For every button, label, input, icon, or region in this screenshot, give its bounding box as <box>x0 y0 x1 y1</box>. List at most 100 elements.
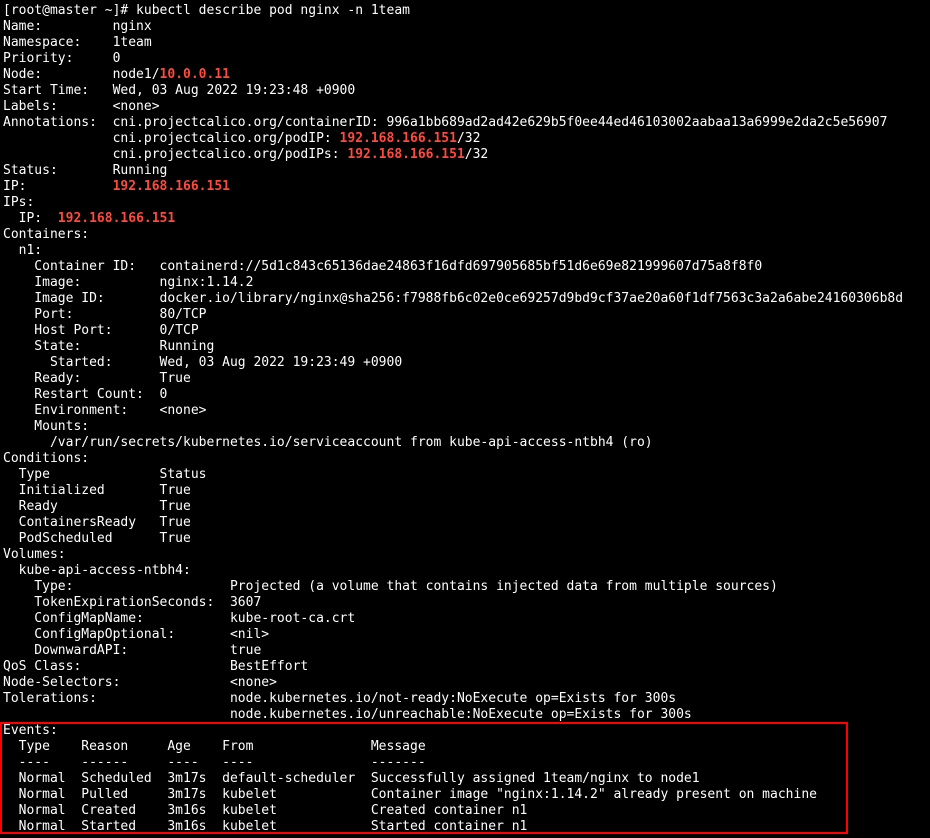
line-text: QoS Class: BestEffort <box>3 659 309 674</box>
line-text: Normal Started 3m16s kubelet Started con… <box>3 819 528 834</box>
terminal-line: Normal Created 3m16s kubelet Created con… <box>3 803 928 819</box>
line-text: IPs: <box>3 195 35 210</box>
line-text: Node: node1/ <box>3 67 160 82</box>
terminal-line: ConfigMapOptional: <nil> <box>3 627 928 643</box>
terminal-line: cni.projectcalico.org/podIP: 192.168.166… <box>3 131 928 147</box>
terminal-line: Image: nginx:1.14.2 <box>3 275 928 291</box>
terminal-line: Restart Count: 0 <box>3 387 928 403</box>
line-text: Restart Count: 0 <box>3 387 168 402</box>
line-text: Volumes: <box>3 547 66 562</box>
terminal-line: TokenExpirationSeconds: 3607 <box>3 595 928 611</box>
line-text: DownwardAPI: true <box>3 643 262 658</box>
line-text: TokenExpirationSeconds: 3607 <box>3 595 262 610</box>
terminal-line: DownwardAPI: true <box>3 643 928 659</box>
terminal-line: PodScheduled True <box>3 531 928 547</box>
line-text: Initialized True <box>3 483 191 498</box>
terminal-line: Image ID: docker.io/library/nginx@sha256… <box>3 291 928 307</box>
terminal-line: [root@master ~]# kubectl describe pod ng… <box>3 3 928 19</box>
terminal-line: Normal Scheduled 3m17s default-scheduler… <box>3 771 928 787</box>
line-text: node.kubernetes.io/unreachable:NoExecute… <box>3 707 692 722</box>
line-text: Type: Projected (a volume that contains … <box>3 579 778 594</box>
line-text: Normal Scheduled 3m17s default-scheduler… <box>3 771 700 786</box>
line-text: /32 <box>456 131 481 146</box>
terminal-line: Events: <box>3 723 928 739</box>
highlighted-value: 192.168.166.151 <box>347 147 465 162</box>
terminal-line: Environment: <none> <box>3 403 928 419</box>
terminal-line: Normal Started 3m16s kubelet Started con… <box>3 819 928 835</box>
line-text: Port: 80/TCP <box>3 307 207 322</box>
highlighted-value: 192.168.166.151 <box>57 211 176 226</box>
line-text: Type Status <box>3 467 207 482</box>
line-text: ConfigMapOptional: <nil> <box>3 627 270 642</box>
line-text: Priority: 0 <box>3 51 121 66</box>
line-text: State: Running <box>3 339 215 354</box>
terminal-line: ContainersReady True <box>3 515 928 531</box>
line-text: cni.projectcalico.org/podIPs: <box>3 147 348 162</box>
line-text: Node-Selectors: <none> <box>3 675 277 690</box>
line-text: PodScheduled True <box>3 531 191 546</box>
line-text: Started: Wed, 03 Aug 2022 19:23:49 +0900 <box>3 355 403 370</box>
terminal-line: Port: 80/TCP <box>3 307 928 323</box>
terminal-line: Tolerations: node.kubernetes.io/not-read… <box>3 691 928 707</box>
line-text: Events: <box>3 723 58 738</box>
terminal-line: Type Reason Age From Message <box>3 739 928 755</box>
line-text: /var/run/secrets/kubernetes.io/serviceac… <box>3 435 653 450</box>
terminal-line: Status: Running <box>3 163 928 179</box>
line-text: IP: <box>3 179 113 194</box>
line-text: kube-api-access-ntbh4: <box>3 563 191 578</box>
line-text: Labels: <none> <box>3 99 160 114</box>
terminal-line: /var/run/secrets/kubernetes.io/serviceac… <box>3 435 928 451</box>
terminal-line: State: Running <box>3 339 928 355</box>
line-text: Image: nginx:1.14.2 <box>3 275 254 290</box>
line-text: ConfigMapName: kube-root-ca.crt <box>3 611 356 626</box>
terminal-line: node.kubernetes.io/unreachable:NoExecute… <box>3 707 928 723</box>
line-text: Environment: <none> <box>3 403 207 418</box>
terminal-line: Mounts: <box>3 419 928 435</box>
highlighted-value: 192.168.166.151 <box>112 179 230 194</box>
terminal-line: Host Port: 0/TCP <box>3 323 928 339</box>
line-text: ContainersReady True <box>3 515 191 530</box>
terminal-line: Initialized True <box>3 483 928 499</box>
terminal-line: Container ID: containerd://5d1c843c65136… <box>3 259 928 275</box>
line-text: Normal Pulled 3m17s kubelet Container im… <box>3 787 817 802</box>
line-text: Container ID: containerd://5d1c843c65136… <box>3 259 763 274</box>
terminal-line: IP: 192.168.166.151 <box>3 211 928 227</box>
terminal-line: Node-Selectors: <none> <box>3 675 928 691</box>
line-text: Conditions: <box>3 451 90 466</box>
terminal-line: kube-api-access-ntbh4: <box>3 563 928 579</box>
line-text: cni.projectcalico.org/podIP: <box>3 131 340 146</box>
terminal-line: Type: Projected (a volume that contains … <box>3 579 928 595</box>
terminal-line: Normal Pulled 3m17s kubelet Container im… <box>3 787 928 803</box>
terminal-line: Node: node1/10.0.0.11 <box>3 67 928 83</box>
terminal-line: QoS Class: BestEffort <box>3 659 928 675</box>
terminal-line: Name: nginx <box>3 19 928 35</box>
line-text: Normal Created 3m16s kubelet Created con… <box>3 803 528 818</box>
line-text: Type Reason Age From Message <box>3 739 426 754</box>
line-text: Ready: True <box>3 371 191 386</box>
terminal-line: Start Time: Wed, 03 Aug 2022 19:23:48 +0… <box>3 83 928 99</box>
line-text: IP: <box>3 211 58 226</box>
line-text: /32 <box>464 147 489 162</box>
line-text: Annotations: cni.projectcalico.org/conta… <box>3 115 888 130</box>
line-text: ---- ------ ---- ---- ------- <box>3 755 426 770</box>
line-text: Containers: <box>3 227 90 242</box>
terminal-output[interactable]: [root@master ~]# kubectl describe pod ng… <box>3 3 928 835</box>
terminal-line: IP: 192.168.166.151 <box>3 179 928 195</box>
terminal-line: n1: <box>3 243 928 259</box>
terminal-line: Namespace: 1team <box>3 35 928 51</box>
terminal-line: Labels: <none> <box>3 99 928 115</box>
terminal-line: ---- ------ ---- ---- ------- <box>3 755 928 771</box>
highlighted-value: 10.0.0.11 <box>159 67 230 82</box>
terminal-line: Annotations: cni.projectcalico.org/conta… <box>3 115 928 131</box>
terminal-line: Started: Wed, 03 Aug 2022 19:23:49 +0900 <box>3 355 928 371</box>
terminal-line: Priority: 0 <box>3 51 928 67</box>
terminal-line: IPs: <box>3 195 928 211</box>
terminal-line: Containers: <box>3 227 928 243</box>
line-text: Host Port: 0/TCP <box>3 323 199 338</box>
highlighted-value: 192.168.166.151 <box>339 131 457 146</box>
line-text: Start Time: Wed, 03 Aug 2022 19:23:48 +0… <box>3 83 356 98</box>
terminal-line: Type Status <box>3 467 928 483</box>
line-text: Namespace: 1team <box>3 35 152 50</box>
terminal-line: cni.projectcalico.org/podIPs: 192.168.16… <box>3 147 928 163</box>
line-text: n1: <box>3 243 43 258</box>
